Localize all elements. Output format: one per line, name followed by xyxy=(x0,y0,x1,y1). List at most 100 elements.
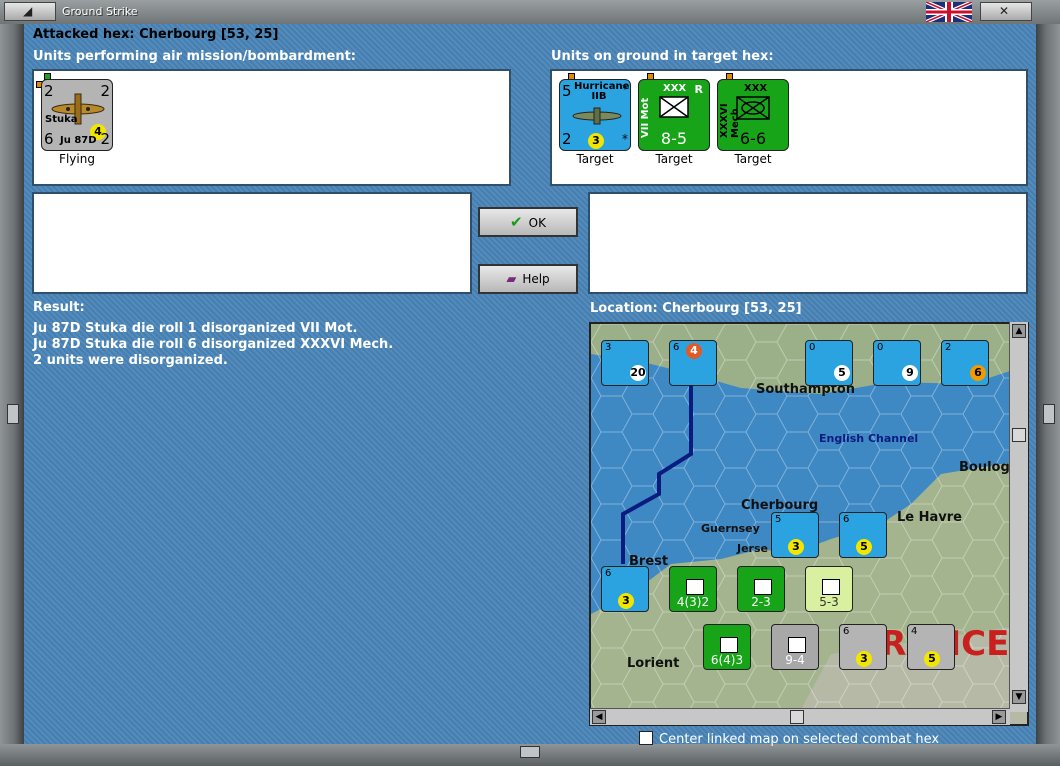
map-unit-bf110c[interactable]: 45 xyxy=(907,624,955,670)
unit-name: Stuka xyxy=(45,114,78,125)
center-map-label: Center linked map on selected combat hex xyxy=(659,732,940,747)
title-bar: ◢ Ground Strike ✕ xyxy=(0,0,1060,25)
map-unit-strength: 5-3 xyxy=(819,595,839,609)
map-label-boulogne: Boulog xyxy=(959,460,1010,475)
result-line: 2 units were disorganized. xyxy=(33,353,228,368)
ground-units-label: Units on ground in target hex: xyxy=(551,49,774,64)
map-unit-value: 4 xyxy=(911,626,918,637)
unit-attack-value: 5 xyxy=(562,82,572,100)
close-button[interactable]: ✕ xyxy=(980,2,1032,21)
unit-size: XXX xyxy=(663,83,687,94)
map-label-guernsey: Guernsey xyxy=(701,522,760,535)
window-title: Ground Strike xyxy=(62,5,138,18)
ok-button-label: OK xyxy=(528,216,546,230)
map-unit-value: 0 xyxy=(809,342,816,353)
unit-star: * xyxy=(622,82,628,96)
map-unit-circle: 3 xyxy=(856,651,872,667)
map-vertical-scrollbar[interactable]: ▲ ▼ xyxy=(1009,322,1028,712)
map-unit-strength: 6(4)3 xyxy=(710,653,744,667)
ground-unit-status: Target xyxy=(734,152,772,166)
hurricane-aircraft-icon xyxy=(572,107,622,125)
map-unit-value: 0 xyxy=(877,342,884,353)
map-horizontal-scrollbar[interactable]: ◀ ▶ xyxy=(590,708,1010,725)
ground-unit-status: Target xyxy=(576,152,614,166)
map-unit-circle: 3 xyxy=(618,593,634,609)
air-unit-stuka[interactable]: 2 2 Stuka 4 6 Ju 87D 2 xyxy=(41,79,113,151)
location-label: Location: Cherbourg [53, 25] xyxy=(590,301,802,316)
unit-tactical-value: 2 xyxy=(562,130,572,148)
map-unit-bf109[interactable]: 63 xyxy=(839,624,887,670)
ground-unit-hurricane[interactable]: 5 Hurricane IIB * 2 3 * xyxy=(559,79,631,151)
unit-strength: 8-5 xyxy=(660,129,688,148)
map-unit-sunderland[interactable]: 3 20 xyxy=(601,340,649,386)
map-unit-value: 6 xyxy=(605,568,612,579)
map-unit-german-corps[interactable]: 5-3 xyxy=(805,566,853,612)
unit-flag: R xyxy=(694,83,703,96)
ground-unit-vii-mot[interactable]: VII Mot XXX R 8-5 xyxy=(638,79,710,151)
map-unit-circle: 5 xyxy=(834,365,850,381)
ground-units-panel: 5 Hurricane IIB * 2 3 * Target VII Mot X… xyxy=(550,69,1028,186)
left-frame xyxy=(0,24,24,744)
unit-range-circle: 3 xyxy=(588,133,604,149)
mechanized-symbol-icon xyxy=(736,96,770,120)
attacked-hex-label: Attacked hex: Cherbourg [53, 25] xyxy=(33,27,279,42)
map-unit-german-division[interactable]: 2-3 xyxy=(737,566,785,612)
result-line: Ju 87D Stuka die roll 6 disorganized XXX… xyxy=(33,337,394,352)
unit-strength: 6-6 xyxy=(739,129,767,148)
map-label-english-channel: English Channel xyxy=(819,432,919,445)
vertical-scroll-thumb[interactable] xyxy=(1012,428,1026,442)
motorized-symbol-icon xyxy=(659,96,689,118)
ground-unit-xxxvi-mech[interactable]: XXXVI Mech XXX 6-6 xyxy=(717,79,789,151)
map-unit-strength: 2-3 xyxy=(751,595,771,609)
linked-map[interactable]: Southampton English Channel Boulog Cherb… xyxy=(589,322,1029,726)
map-unit-value: 3 xyxy=(605,342,612,353)
unit-model: Ju 87D xyxy=(60,135,97,146)
unit-name: Hurricane IIB xyxy=(574,81,630,102)
ground-strike-window: ◢ Ground Strike ✕ Attacked hex: Cherbour… xyxy=(0,0,1060,766)
uk-flag-icon xyxy=(926,2,972,22)
air-units-label: Units performing air mission/bombardment… xyxy=(33,49,357,64)
map-unit-circle: 20 xyxy=(630,365,646,381)
map-unit-spitfire-brest[interactable]: 63 xyxy=(601,566,649,612)
map-unit-value: 6 xyxy=(843,626,850,637)
map-unit-value: 6 xyxy=(843,514,850,525)
map-label-cherbourg: Cherbourg xyxy=(741,498,819,513)
map-unit-harrow[interactable]: 09 xyxy=(873,340,921,386)
unit-size: XXX xyxy=(744,83,768,94)
map-unit-strength: 9-4 xyxy=(785,653,805,667)
map-unit-value: 2 xyxy=(945,342,952,353)
horizontal-scroll-thumb[interactable] xyxy=(790,710,804,724)
map-unit-circle: 5 xyxy=(924,651,940,667)
scroll-up-icon[interactable]: ▲ xyxy=(1012,324,1026,338)
map-unit-circle: 6 xyxy=(970,365,986,381)
help-button[interactable]: ▰ Help xyxy=(478,264,578,294)
map-unit-german-army-2[interactable]: 6(4)3 xyxy=(703,624,751,670)
window-menu-button[interactable]: ◢ xyxy=(4,2,56,21)
result-label: Result: xyxy=(33,300,85,315)
scroll-right-icon[interactable]: ▶ xyxy=(992,710,1006,724)
map-unit-royal-oak[interactable]: 64 xyxy=(669,340,717,386)
help-book-icon: ▰ xyxy=(506,272,517,287)
unit-tactical-value: 6 xyxy=(44,130,54,148)
air-detail-panel xyxy=(32,192,472,294)
map-unit-circle: 5 xyxy=(856,539,872,555)
result-line: Ju 87D Stuka die roll 1 disorganized VII… xyxy=(33,321,358,336)
map-unit-spitfire[interactable]: 65 xyxy=(839,512,887,558)
ground-detail-panel xyxy=(588,192,1028,294)
map-unit-anson[interactable]: 05 xyxy=(805,340,853,386)
center-map-option[interactable]: Center linked map on selected combat hex xyxy=(639,731,939,747)
center-map-checkbox[interactable] xyxy=(639,731,653,745)
map-unit-hurricane[interactable]: 53 xyxy=(771,512,819,558)
unit-range-value: 2 xyxy=(100,130,110,148)
scroll-down-icon[interactable]: ▼ xyxy=(1012,690,1026,704)
map-unit-value: 6 xyxy=(673,342,680,353)
map-unit-wellington[interactable]: 26 xyxy=(941,340,989,386)
map-unit-german-army[interactable]: 4(3)2 xyxy=(669,566,717,612)
ok-button[interactable]: ✔ OK xyxy=(478,207,578,237)
unit-star: * xyxy=(622,132,628,146)
map-unit-german-corps-2[interactable]: 9-4 xyxy=(771,624,819,670)
map-label-jersey: Jerse xyxy=(737,542,768,555)
map-unit-circle: 3 xyxy=(788,539,804,555)
map-label-le-havre: Le Havre xyxy=(897,510,962,525)
scroll-left-icon[interactable]: ◀ xyxy=(592,710,606,724)
